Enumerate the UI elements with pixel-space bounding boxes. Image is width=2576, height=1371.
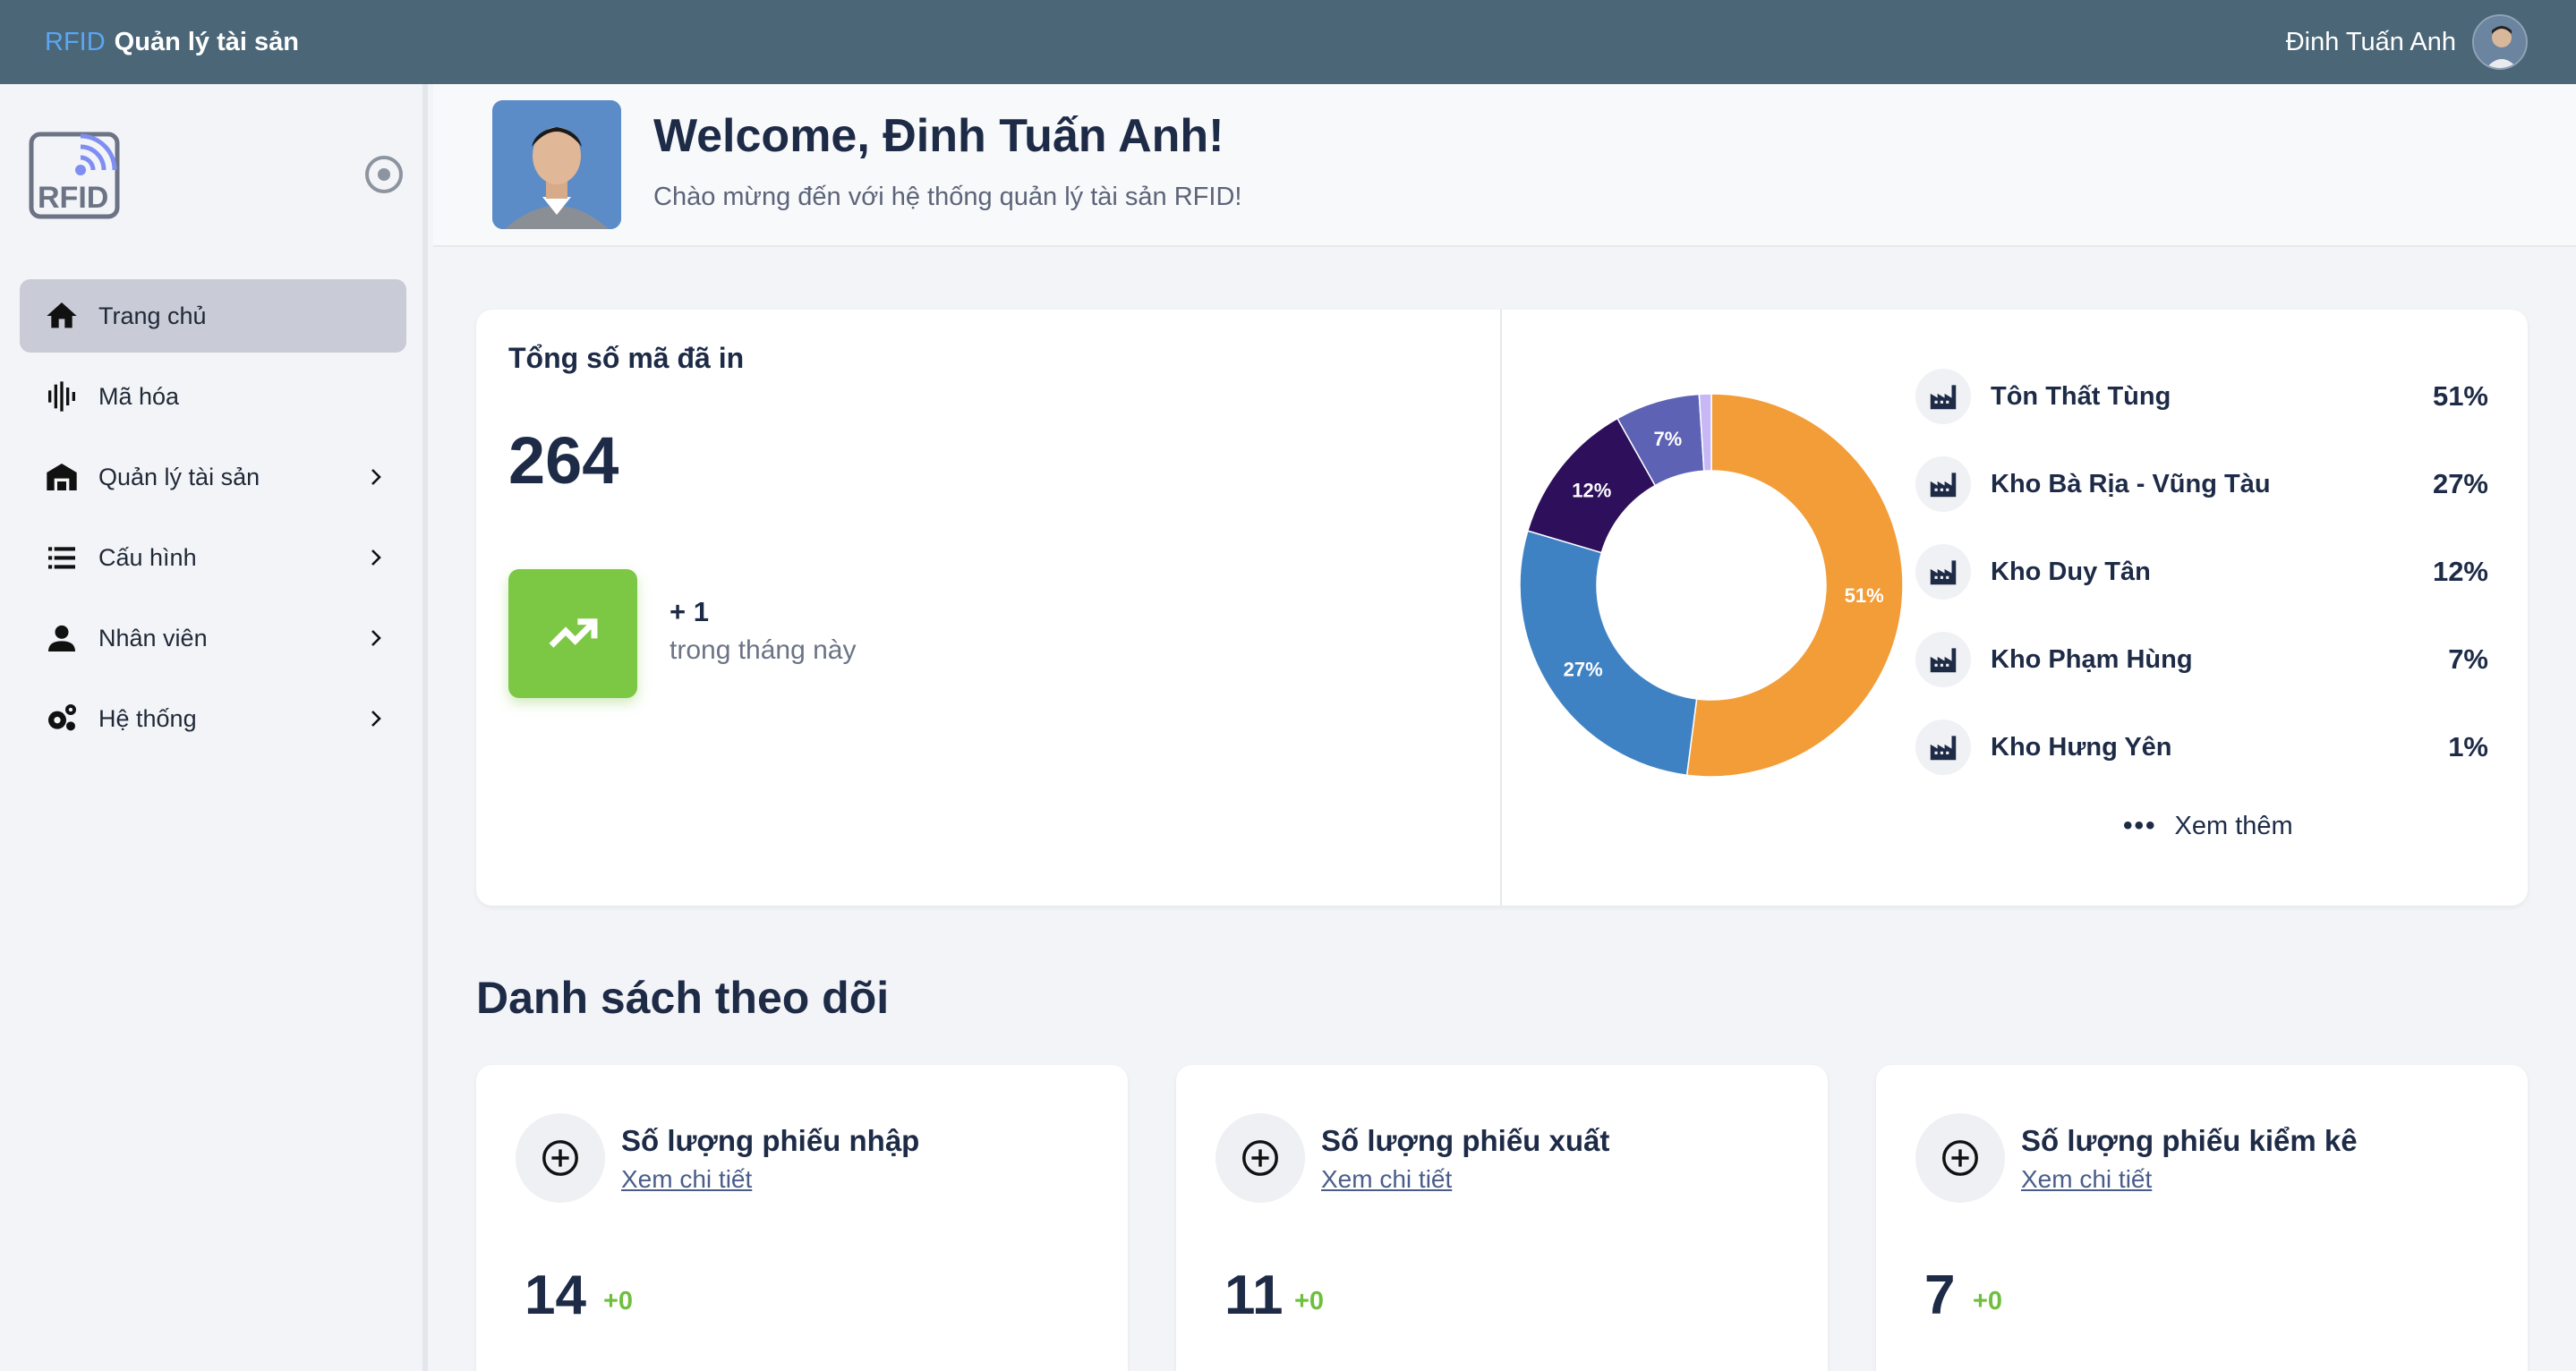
person-icon (43, 619, 81, 657)
user-name: Đinh Tuấn Anh (2285, 27, 2456, 56)
printed-codes-total: 264 (508, 423, 619, 498)
factory-icon (1915, 544, 1971, 600)
legend-label: Tôn Thất Tùng (1991, 381, 2171, 411)
rfid-logo: RFID (29, 131, 124, 220)
legend-item: Kho Bà Rịa - Vũng Tàu 27% (1915, 440, 2488, 528)
add-circle-icon[interactable] (1215, 1113, 1305, 1203)
sidebar-collapse-toggle[interactable] (365, 156, 403, 193)
welcome-title: Welcome, Đinh Tuấn Anh! (653, 110, 1224, 162)
sidebar-item-system[interactable]: Hệ thống (20, 682, 406, 755)
sidebar-item-label: Nhân viên (98, 624, 208, 651)
legend-label: Kho Phạm Hùng (1991, 644, 2193, 674)
sidebar-item-employees[interactable]: Nhân viên (20, 601, 406, 675)
barcode-icon (43, 378, 81, 415)
add-circle-icon[interactable] (516, 1113, 605, 1203)
welcome-header: Welcome, Đinh Tuấn Anh! Chào mừng đến vớ… (433, 84, 2576, 247)
issue-count-card: Số lượng phiếu xuất Xem chi tiết 11 +0 (1176, 1065, 1828, 1371)
chevron-right-icon (371, 630, 381, 646)
legend-label: Kho Hưng Yên (1991, 732, 2172, 762)
trend-up-icon (508, 569, 637, 698)
welcome-subtitle: Chào mừng đến với hệ thống quản lý tài s… (653, 183, 1242, 211)
app-name: Quản lý tài sản (114, 27, 299, 56)
sidebar-nav: Trang chủ Mã hóa Quản lý tài sản Cấu hìn… (20, 279, 406, 762)
sidebar-item-label: Cấu hình (98, 543, 197, 571)
sidebar-item-asset-management[interactable]: Quản lý tài sản (20, 440, 406, 514)
avatar[interactable] (2472, 14, 2528, 70)
legend-value: 1% (2448, 731, 2488, 762)
view-details-link[interactable]: Xem chi tiết (621, 1165, 752, 1194)
brand-prefix: RFID (45, 27, 106, 56)
card-value: 11 (1224, 1265, 1284, 1326)
sidebar-item-configuration[interactable]: Cấu hình (20, 521, 406, 594)
sidebar-item-encoding[interactable]: Mã hóa (20, 360, 406, 433)
legend-value: 7% (2448, 643, 2488, 675)
sidebar-item-label: Mã hóa (98, 382, 180, 410)
top-bar: RFID Quản lý tài sản Đinh Tuấn Anh (0, 0, 2576, 84)
user-menu[interactable]: Đinh Tuấn Anh (2286, 14, 2528, 70)
factory-icon (1915, 632, 1971, 687)
factory-icon (1915, 456, 1971, 512)
chevron-right-icon (371, 469, 381, 485)
donut-slice[interactable] (1519, 530, 1698, 777)
sidebar-item-label: Trang chủ (98, 302, 207, 329)
logo-text: RFID (38, 181, 108, 215)
monthly-delta-note: trong tháng này (670, 635, 857, 665)
legend-item: Kho Phạm Hùng 7% (1915, 616, 2488, 703)
section-title: Danh sách theo dõi (476, 973, 890, 1023)
printed-codes-title: Tổng số mã đã in (508, 342, 745, 374)
chevron-right-icon (371, 711, 381, 727)
card-delta: +0 (1294, 1287, 1325, 1316)
receipt-count-card: Số lượng phiếu nhập Xem chi tiết 14 +0 (476, 1065, 1128, 1371)
card-delta: +0 (603, 1287, 634, 1316)
list-icon (43, 539, 81, 576)
legend-label: Kho Bà Rịa - Vũng Tàu (1991, 469, 2271, 498)
card-value: 7 (1924, 1265, 1956, 1326)
factory-icon (1915, 720, 1971, 775)
legend-item: Kho Duy Tân 12% (1915, 528, 2488, 616)
view-details-link[interactable]: Xem chi tiết (1321, 1165, 1452, 1194)
slice-label: 12% (1572, 479, 1611, 501)
more-dots-icon: ••• (2123, 811, 2157, 840)
brand[interactable]: RFID Quản lý tài sản (45, 28, 299, 57)
inventory-count-card: Số lượng phiếu kiểm kê Xem chi tiết 7 +0 (1876, 1065, 2528, 1371)
chart-legend: Tôn Thất Tùng 51% Kho Bà Rịa - Vũng Tàu 27%… (1915, 353, 2488, 791)
home-icon (43, 297, 81, 335)
see-more-label: Xem thêm (2174, 811, 2293, 840)
see-more-button[interactable]: ••• Xem thêm (2123, 811, 2293, 841)
legend-item: Tôn Thất Tùng 51% (1915, 353, 2488, 440)
profile-photo (492, 100, 621, 229)
add-circle-icon[interactable] (1915, 1113, 2005, 1203)
view-details-link[interactable]: Xem chi tiết (2021, 1165, 2152, 1194)
slice-label: 27% (1564, 658, 1603, 680)
card-delta: +0 (1973, 1287, 2003, 1316)
legend-value: 12% (2432, 556, 2488, 587)
sidebar-item-label: Hệ thống (98, 704, 197, 732)
slice-label: 7% (1653, 428, 1682, 450)
warehouse-icon (43, 458, 81, 496)
legend-item: Kho Hưng Yên 1% (1915, 703, 2488, 791)
slice-label: 51% (1845, 584, 1884, 607)
legend-value: 27% (2432, 468, 2488, 499)
card-title: Số lượng phiếu kiểm kê (2021, 1124, 2358, 1157)
printed-codes-card: Tổng số mã đã in 264 + 1 trong tháng này… (476, 310, 2528, 906)
printed-codes-summary: Tổng số mã đã in 264 + 1 trong tháng này (476, 310, 1502, 906)
chevron-right-icon (371, 549, 381, 566)
sidebar-item-label: Quản lý tài sản (98, 463, 260, 490)
card-value: 14 (525, 1265, 586, 1326)
card-title: Số lượng phiếu nhập (621, 1124, 920, 1157)
gears-icon (43, 700, 81, 737)
monthly-delta: + 1 (670, 596, 709, 627)
sidebar-item-home[interactable]: Trang chủ (20, 279, 406, 353)
legend-label: Kho Duy Tân (1991, 557, 2151, 586)
card-title: Số lượng phiếu xuất (1321, 1124, 1610, 1157)
legend-value: 51% (2432, 380, 2488, 412)
warehouse-donut-chart: 51% 27% 12% 7% (1514, 388, 1908, 782)
factory-icon (1915, 369, 1971, 424)
sidebar: RFID Trang chủ Mã hóa Quản lý tài sản Cấ… (0, 84, 428, 1371)
